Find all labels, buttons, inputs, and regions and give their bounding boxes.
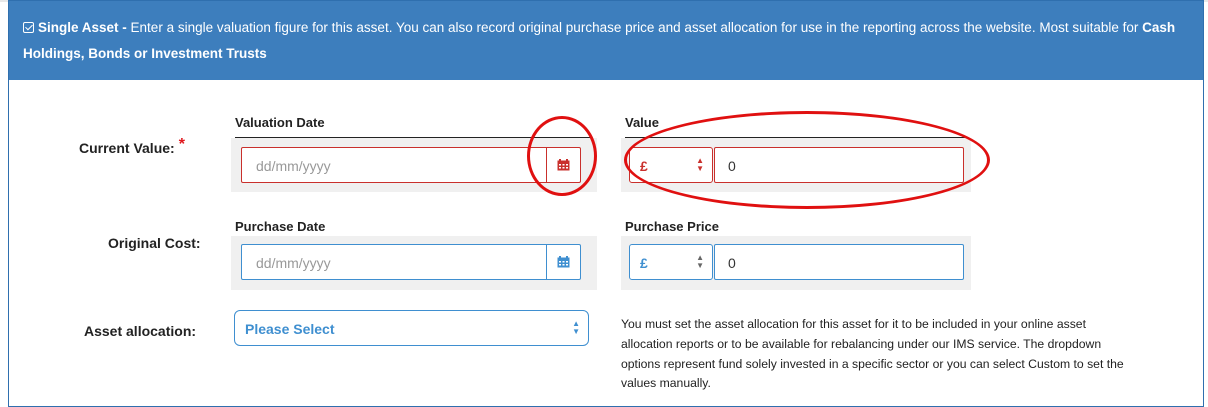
calendar-icon	[557, 256, 570, 268]
purchase-price-input[interactable]: 0	[714, 244, 964, 280]
select-arrows-icon: ▲ ▼	[696, 253, 704, 270]
single-asset-panel: Single Asset - Enter a single valuation …	[8, 0, 1204, 407]
current-value-label-text: Current Value:	[79, 140, 175, 156]
asset-allocation-selected: Please Select	[245, 321, 335, 337]
select-arrows-icon: ▲ ▼	[572, 319, 580, 336]
purchase-price-amount: 0	[728, 255, 736, 271]
valuation-date-placeholder: dd/mm/yyyy	[256, 158, 331, 174]
asset-allocation-help: You must set the asset allocation for th…	[621, 317, 1124, 391]
purchase-date-placeholder: dd/mm/yyyy	[256, 255, 331, 271]
annotation-circle-value	[624, 111, 990, 209]
required-marker: *	[178, 136, 185, 153]
checkbox-icon	[23, 22, 34, 33]
header-description: Enter a single valuation figure for this…	[130, 20, 1139, 35]
purchase-currency: £	[640, 255, 648, 271]
asset-allocation-label: Asset allocation:	[84, 323, 197, 339]
panel-header: Single Asset - Enter a single valuation …	[9, 1, 1203, 80]
header-title: Single Asset -	[38, 20, 127, 35]
purchase-date-input[interactable]: dd/mm/yyyy	[241, 244, 581, 280]
asset-allocation-select[interactable]: Please Select ▲ ▼	[234, 310, 589, 346]
original-cost-label: Original Cost:	[108, 235, 201, 251]
purchase-date-picker-button[interactable]	[546, 245, 580, 279]
annotation-circle-date-picker	[527, 116, 597, 196]
current-value-label: Current Value: *	[79, 136, 185, 158]
purchase-currency-select[interactable]: £ ▲ ▼	[629, 244, 713, 280]
